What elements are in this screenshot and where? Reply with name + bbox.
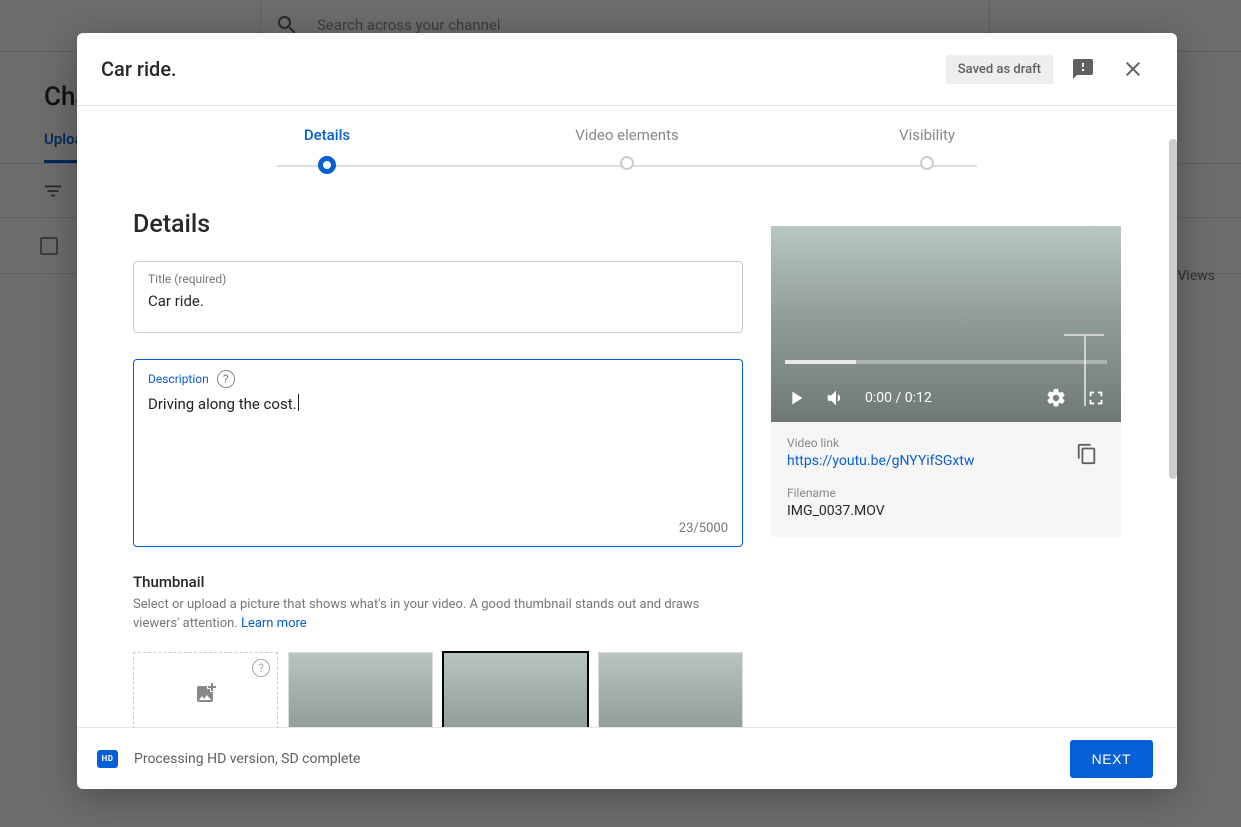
- play-icon[interactable]: [785, 387, 807, 409]
- thumbnail-option-3[interactable]: [598, 652, 743, 727]
- video-meta: Video link https://youtu.be/gNYYifSGxtw …: [771, 422, 1121, 537]
- copy-icon: [1076, 443, 1098, 465]
- close-button[interactable]: [1113, 49, 1153, 89]
- description-counter: 23/5000: [679, 521, 728, 536]
- video-controls: 0:00 / 0:12: [771, 374, 1121, 422]
- thumbnail-option-2[interactable]: [443, 652, 588, 727]
- help-icon[interactable]: ?: [217, 370, 235, 388]
- step-visibility[interactable]: Visibility: [827, 106, 1027, 174]
- feedback-button[interactable]: [1063, 49, 1103, 89]
- dialog-header: Car ride. Saved as draft: [77, 33, 1177, 105]
- step-details-label: Details: [304, 106, 350, 144]
- dialog-title: Car ride.: [101, 57, 946, 81]
- details-panel: Details Title (required) Car ride. Descr…: [133, 192, 743, 727]
- upload-thumbnail-button[interactable]: ?: [133, 652, 278, 727]
- title-field[interactable]: Title (required) Car ride.: [133, 261, 743, 333]
- title-field-label: Title (required): [148, 272, 728, 286]
- help-icon[interactable]: ?: [252, 659, 270, 677]
- stepper: Details Video elements Visibility: [77, 106, 1177, 192]
- text-cursor: [298, 394, 299, 411]
- dialog-footer: HD Processing HD version, SD complete NE…: [77, 727, 1177, 789]
- step-dot: [620, 156, 634, 170]
- fullscreen-icon[interactable]: [1085, 387, 1107, 409]
- step-visibility-label: Visibility: [899, 106, 955, 144]
- dialog-scrollbar[interactable]: [1169, 139, 1177, 479]
- step-details[interactable]: Details: [227, 106, 427, 174]
- thumbnail-heading: Thumbnail: [133, 573, 743, 591]
- video-link-value[interactable]: https://youtu.be/gNYYifSGxtw: [787, 450, 1069, 469]
- copy-link-button[interactable]: [1069, 436, 1105, 472]
- description-value: Driving along the cost.: [148, 388, 728, 413]
- filename-label: Filename: [787, 486, 1105, 500]
- title-field-value: Car ride.: [148, 286, 728, 310]
- description-label: Description: [148, 372, 209, 386]
- volume-icon[interactable]: [825, 387, 847, 409]
- step-video-elements-label: Video elements: [575, 106, 678, 144]
- thumbnail-subtext: Select or upload a picture that shows wh…: [133, 591, 743, 634]
- close-icon: [1121, 57, 1145, 81]
- step-dot-active: [318, 156, 336, 174]
- next-button[interactable]: NEXT: [1070, 740, 1153, 778]
- thumbnail-option-1[interactable]: [288, 652, 433, 727]
- processing-status: Processing HD version, SD complete: [134, 751, 360, 767]
- feedback-icon: [1071, 57, 1095, 81]
- thumbnail-row: ?: [133, 652, 743, 727]
- step-video-elements[interactable]: Video elements: [527, 106, 727, 174]
- hd-badge: HD: [97, 750, 118, 768]
- video-time: 0:00 / 0:12: [865, 390, 932, 406]
- saved-as-draft-badge: Saved as draft: [946, 55, 1053, 84]
- preview-panel: 0:00 / 0:12 Video link https://youtu.be/…: [771, 192, 1121, 727]
- video-link-label: Video link: [787, 436, 1069, 450]
- upload-dialog: Car ride. Saved as draft Details Video e…: [77, 33, 1177, 789]
- add-image-icon: [194, 681, 218, 705]
- details-heading: Details: [133, 192, 743, 261]
- learn-more-link[interactable]: Learn more: [241, 616, 307, 631]
- settings-icon[interactable]: [1045, 387, 1067, 409]
- video-player[interactable]: 0:00 / 0:12: [771, 226, 1121, 422]
- step-dot: [920, 156, 934, 170]
- description-field[interactable]: Description ? Driving along the cost. 23…: [133, 359, 743, 547]
- filename-value: IMG_0037.MOV: [787, 500, 1105, 519]
- dialog-body: Details Title (required) Car ride. Descr…: [77, 192, 1177, 727]
- video-preview-card: 0:00 / 0:12 Video link https://youtu.be/…: [771, 226, 1121, 537]
- video-progress-bar[interactable]: [785, 360, 1107, 364]
